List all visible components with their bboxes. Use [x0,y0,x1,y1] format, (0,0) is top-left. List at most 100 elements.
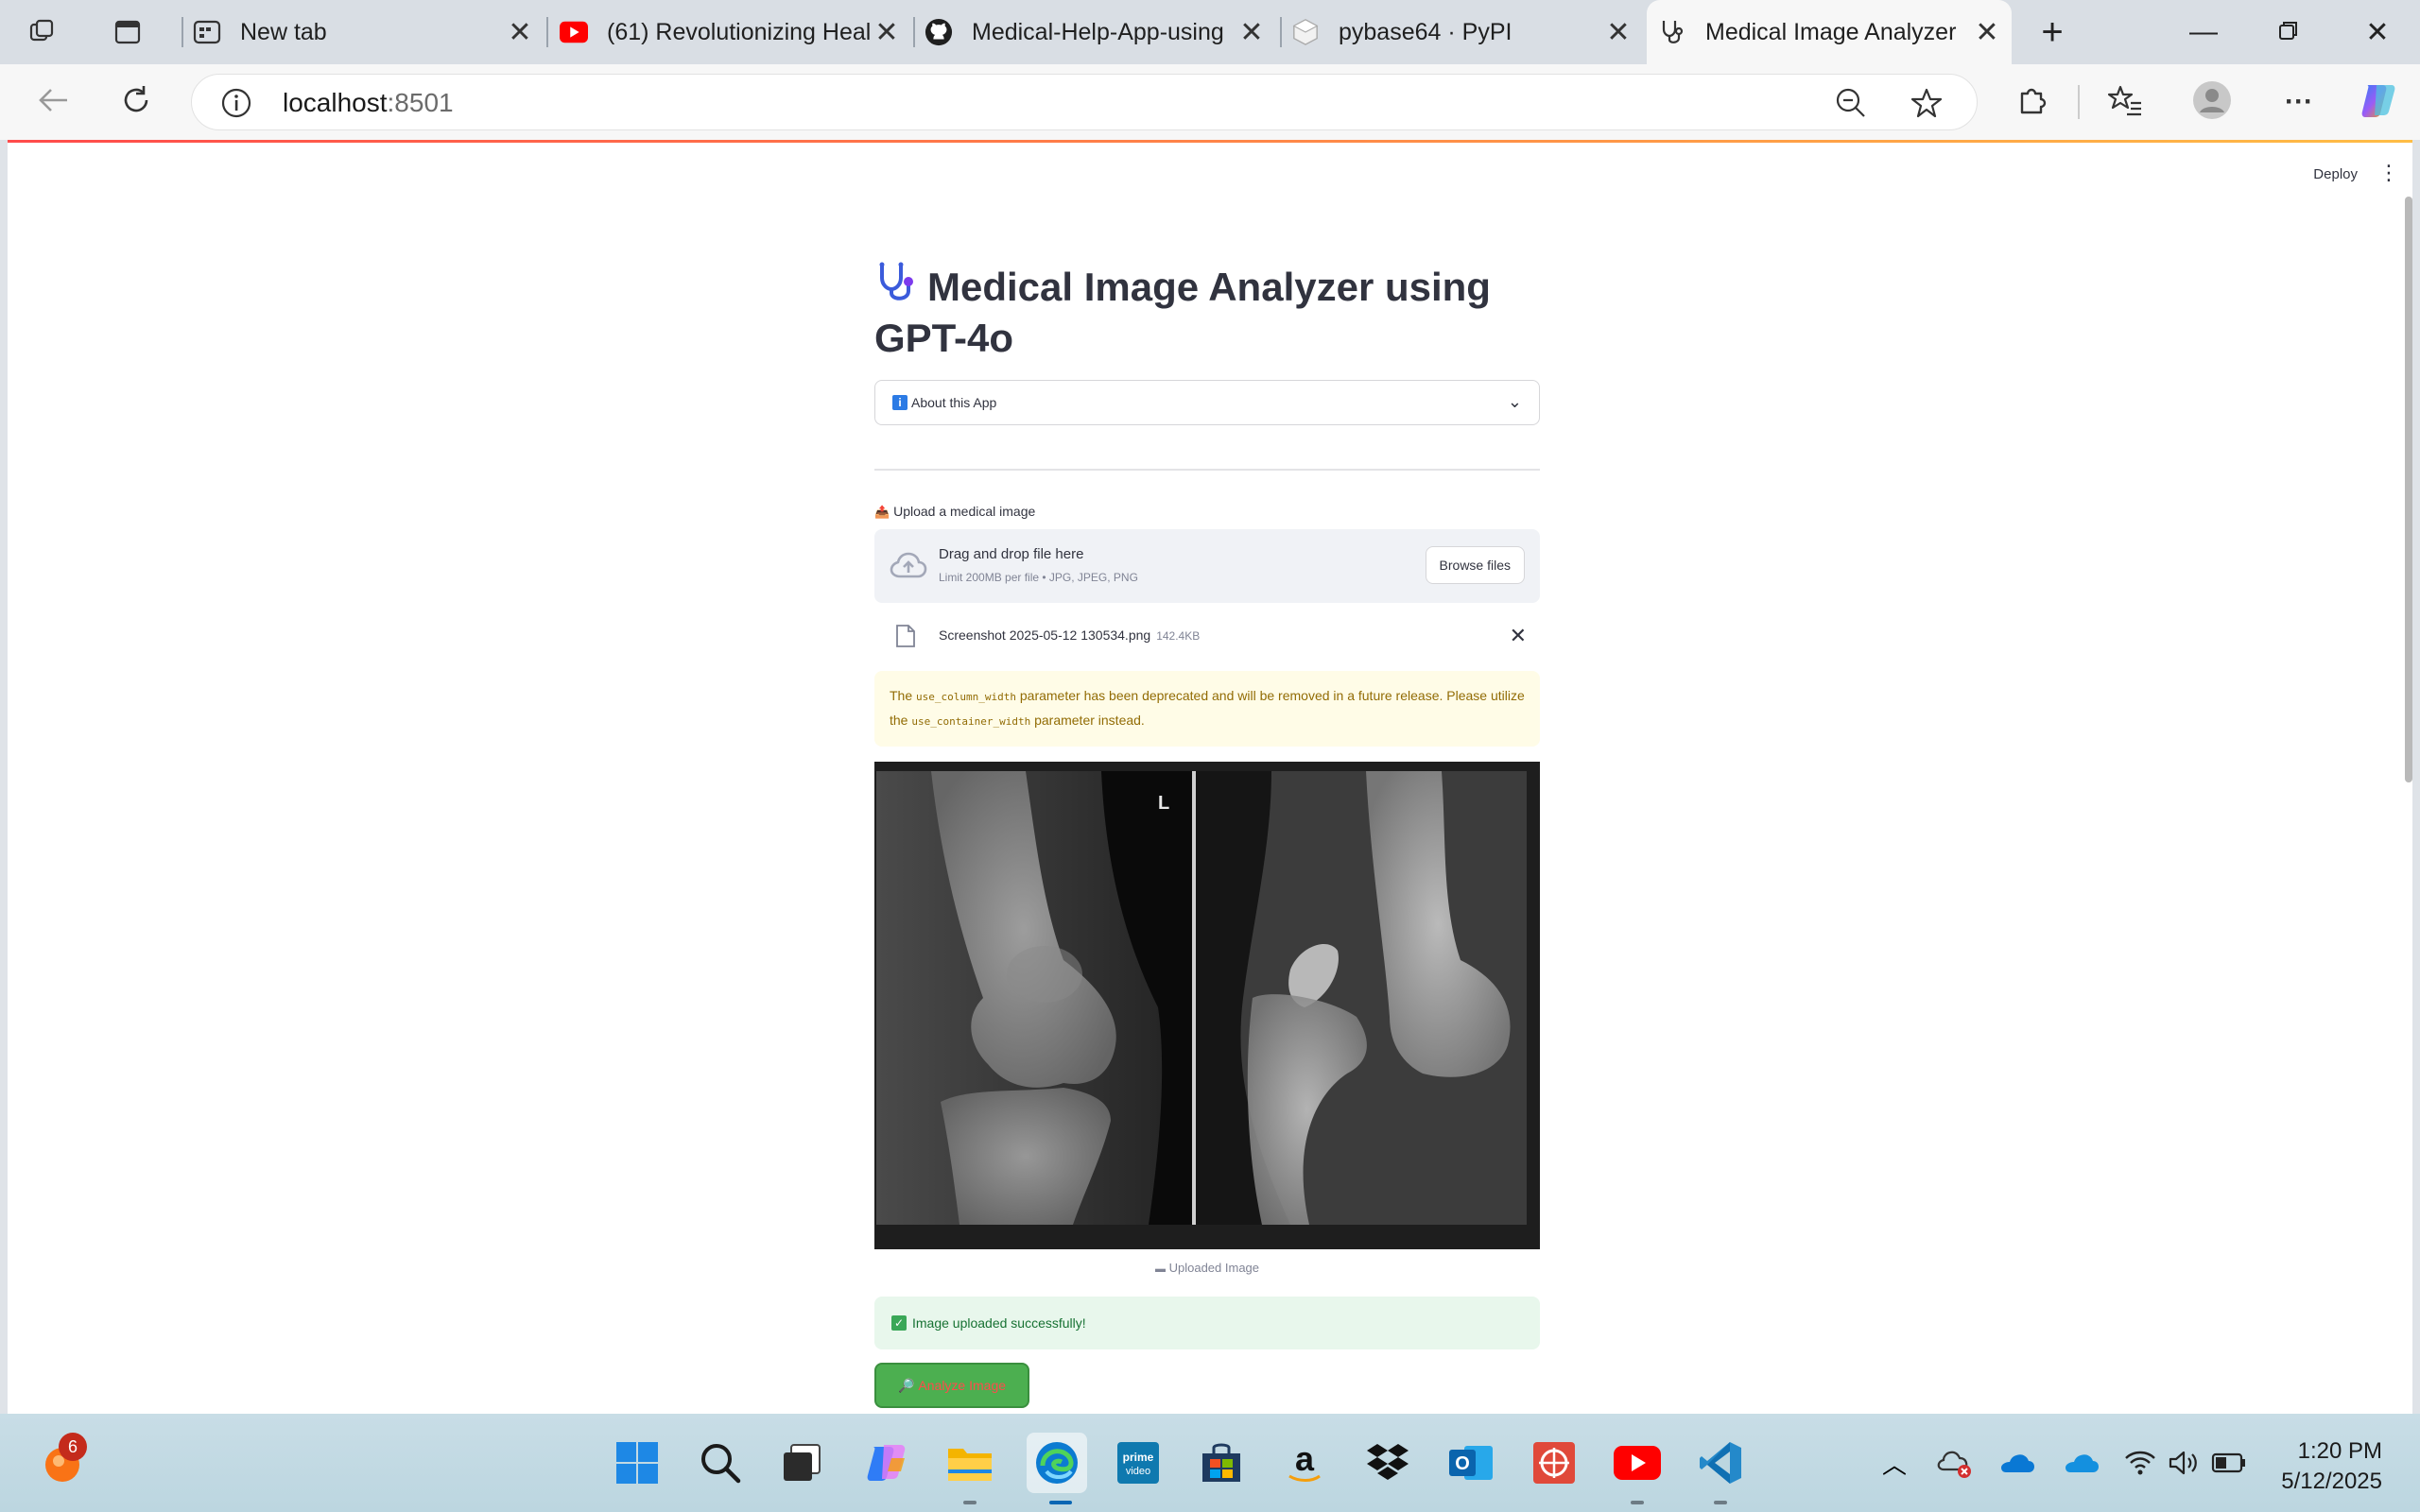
toolbar-separator [2078,85,2080,119]
close-tab-icon[interactable]: ✕ [503,15,537,49]
refresh-button[interactable] [112,77,161,127]
favorites-button[interactable] [2100,77,2150,127]
workspaces-icon [28,18,57,46]
tab-new-tab[interactable]: New tab ✕ [193,0,537,64]
stethoscope-icon [1658,18,1686,46]
remove-file-button[interactable]: ✕ [1510,624,1527,648]
copilot-icon [867,1445,906,1481]
uploaded-xray-image: L [874,762,1540,1249]
tab-youtube[interactable]: (61) Revolutionizing Heal ✕ [560,0,904,64]
tab-pypi[interactable]: pybase64 · PyPI ✕ [1291,0,1635,64]
uploader-label-text: Upload a medical image [893,504,1036,519]
tab-github[interactable]: Medical-Help-App-using ✕ [925,0,1269,64]
vertical-dots-icon: ⋮ [2378,161,2399,184]
task-view-icon [784,1444,821,1481]
close-tab-icon[interactable]: ✕ [870,15,904,49]
file-dropzone[interactable]: Drag and drop file here Limit 200MB per … [874,529,1540,603]
browse-files-button[interactable]: Browse files [1425,546,1525,584]
tray-cloud-error[interactable] [1934,1436,1976,1489]
svg-text:a: a [1295,1440,1315,1478]
close-tab-icon[interactable]: ✕ [1235,15,1269,49]
extensions-button[interactable] [2008,77,2057,127]
info-icon: i [892,395,908,410]
tray-volume[interactable] [2165,1436,2203,1489]
file-name-text: Screenshot 2025-05-12 130534.png [939,627,1151,643]
windows-taskbar: 6 prime video a O ︿ 1:20 PM 5/12/2025 [0,1414,2420,1512]
upload-tray-icon: 📤 [874,505,890,519]
wifi-icon [2125,1451,2155,1475]
vscode-icon [1700,1442,1741,1484]
puzzle-icon [2016,84,2048,121]
running-indicator [963,1501,977,1504]
back-button[interactable] [28,77,78,127]
zoom-icon[interactable] [1835,87,1867,124]
workspaces-button[interactable] [28,0,70,64]
taskbar-app[interactable] [1528,1436,1581,1489]
taskbar-store[interactable] [1195,1436,1248,1489]
app-icon [1533,1442,1575,1484]
copilot-button[interactable] [2354,77,2403,127]
taskbar-vscode[interactable] [1694,1436,1747,1489]
close-tab-icon[interactable]: ✕ [1601,15,1635,49]
analyze-image-button[interactable]: 🔎 Analyze Image [874,1363,1029,1408]
new-tab-button[interactable]: + [2010,0,2095,64]
taskbar-edge[interactable] [1027,1433,1087,1493]
close-tab-icon[interactable]: ✕ [1970,15,2004,49]
image-caption: ▬ Uploaded Image [874,1261,1540,1275]
weather-widget[interactable]: 6 [34,1433,87,1489]
profile-button[interactable] [2187,77,2237,127]
tab-actions-button[interactable] [113,0,155,64]
tray-battery[interactable] [2208,1436,2250,1489]
tray-onedrive-2[interactable] [2061,1436,2102,1489]
restore-button[interactable] [2246,0,2331,64]
volume-icon [2169,1451,2197,1475]
github-icon [925,18,953,46]
taskbar-prime-video[interactable]: prime video [1112,1436,1165,1489]
tab-separator [546,17,548,47]
page-scrollbar[interactable] [2405,197,2412,782]
taskbar-dropbox[interactable] [1361,1436,1414,1489]
onedrive-icon [2001,1454,2034,1472]
taskbar-amazon[interactable]: a [1278,1436,1331,1489]
refresh-icon [120,84,152,121]
system-clock[interactable]: 1:20 PM 5/12/2025 [2281,1436,2382,1497]
upload-success-alert: ✓ Image uploaded successfully! [874,1297,1540,1349]
tray-onedrive-1[interactable] [1996,1436,2038,1489]
tray-wifi[interactable] [2121,1436,2159,1489]
url-text[interactable]: localhost:8501 [283,75,454,131]
success-text: Image uploaded successfully! [912,1315,1086,1331]
file-size: 142.4KB [1156,629,1201,643]
settings-more-button[interactable]: ··· [2274,77,2324,127]
taskbar-copilot[interactable] [860,1436,913,1489]
dropzone-limits: Limit 200MB per file • JPG, JPEG, PNG [939,571,1138,584]
browser-toolbar: localhost:8501 ··· [0,64,2420,140]
start-icon [616,1442,658,1484]
close-window-button[interactable]: ✕ [2335,0,2420,64]
show-hidden-icons-button[interactable]: ︿ [1876,1436,1913,1489]
taskbar-outlook[interactable]: O [1444,1436,1497,1489]
chevron-up-icon: ︿ [1881,1450,1907,1479]
clock-date: 5/12/2025 [2281,1469,2382,1494]
deploy-button[interactable]: Deploy [2313,166,2358,182]
xray-side-marker: L [1158,793,1169,814]
site-info-icon[interactable] [220,87,252,124]
taskbar-task-view[interactable] [775,1436,828,1489]
file-icon [896,625,915,647]
minimize-button[interactable]: — [2161,0,2246,64]
tab-medical-image-analyzer[interactable]: Medical Image Analyzer ✕ [1647,0,2012,64]
about-expander[interactable]: i About this App ⌄ [874,380,1540,425]
tab-title: Medical Image Analyzer [1705,18,1957,45]
running-indicator [1631,1501,1644,1504]
taskbar-search[interactable] [694,1436,747,1489]
taskbar-file-explorer[interactable] [943,1436,996,1489]
taskbar-start[interactable] [611,1436,664,1489]
main-menu-button[interactable]: ⋮ [2378,161,2399,185]
tab-separator [913,17,915,47]
store-icon [1202,1443,1240,1482]
cloud-error-icon [1937,1451,1971,1478]
taskbar-youtube[interactable] [1611,1436,1664,1489]
favorite-star-icon[interactable] [1910,87,1943,124]
warning-text: parameter instead. [1030,713,1145,728]
close-icon: ✕ [2365,16,2390,48]
address-bar[interactable]: localhost:8501 [191,74,1978,130]
